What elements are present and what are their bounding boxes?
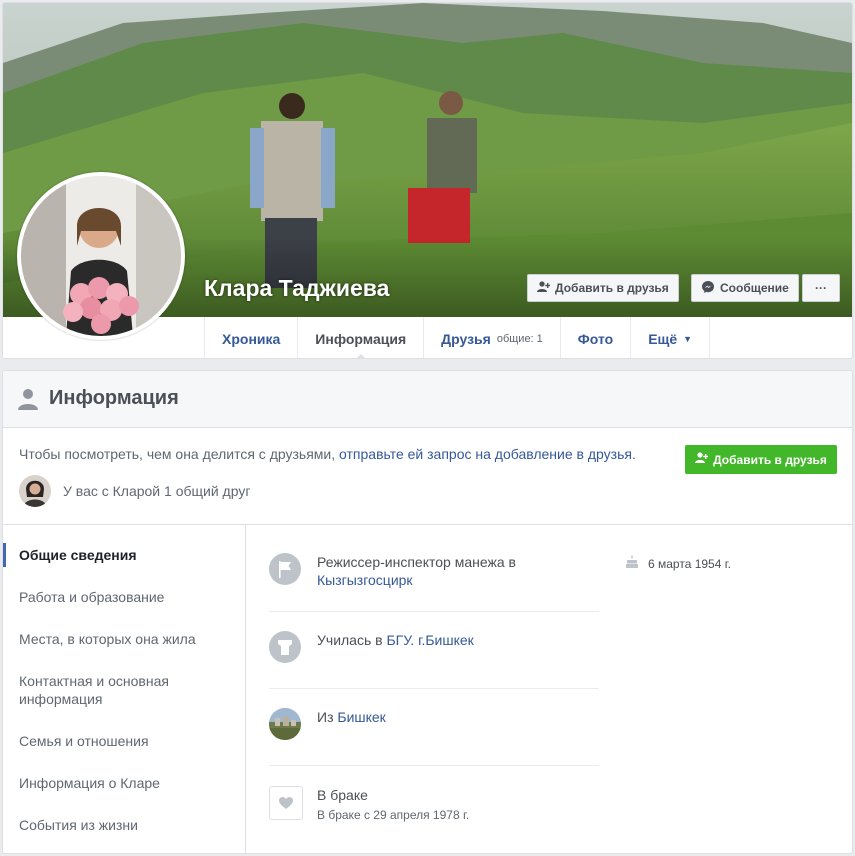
about-section: Информация Чтобы посмотреть, чем она дел…	[2, 370, 853, 854]
relationship-status: В браке	[317, 787, 368, 803]
sidebar-item-label: Работа и образование	[19, 589, 165, 605]
mutual-friends-text: У вас с Кларой 1 общий друг	[63, 483, 251, 499]
more-options-button[interactable]: ···	[802, 274, 840, 302]
tab-label: Фото	[577, 330, 614, 347]
birthday-item: 6 марта 1954 г.	[625, 555, 731, 572]
work-label: Режиссер-инспектор манежа в	[317, 554, 516, 570]
tab-timeline[interactable]: Хроника	[205, 317, 299, 358]
relationship-text: В браке В браке с 29 апреля 1978 г.	[317, 786, 599, 824]
hometown-label: Из	[317, 709, 334, 725]
add-friend-icon	[537, 280, 551, 296]
divider	[269, 611, 599, 612]
tab-friends[interactable]: Друзья общие: 1	[424, 317, 561, 358]
mutual-friend-avatar[interactable]	[19, 475, 51, 507]
mutual-friends-count: общие: 1	[496, 332, 543, 345]
messenger-icon	[701, 280, 715, 297]
education-label: Училась в	[317, 632, 383, 648]
add-friend-icon	[695, 452, 709, 467]
relationship-date: В браке с 29 апреля 1978 г.	[317, 808, 470, 822]
sidebar-item-life-events[interactable]: События из жизни	[3, 816, 245, 834]
divider	[3, 524, 852, 525]
tab-label: Ещё	[648, 330, 678, 347]
add-friend-button[interactable]: Добавить в друзья	[527, 274, 679, 302]
divider	[269, 688, 599, 689]
workplace-link[interactable]: Кызгызгосцирк	[317, 572, 413, 588]
sidebar-item-work-education[interactable]: Работа и образование	[3, 588, 245, 606]
profile-tabs: Хроника Информация Друзья общие: 1 Фото Е…	[204, 317, 711, 358]
hometown-link[interactable]: Бишкек	[337, 709, 385, 725]
sidebar-item-label: События из жизни	[19, 817, 138, 833]
friend-request-notice: Чтобы посмотреть, чем она делится с друз…	[19, 446, 636, 462]
school-link[interactable]: БГУ. г.Бишкек	[386, 632, 473, 648]
sidebar-item-label: Места, в которых она жила	[19, 631, 196, 647]
tab-label: Друзья	[441, 330, 491, 347]
person-icon	[17, 388, 39, 415]
briefcase-flag-icon	[269, 553, 301, 585]
sidebar-item-label: Общие сведения	[19, 547, 137, 563]
mutual-friends-row[interactable]: У вас с Кларой 1 общий друг	[19, 475, 250, 507]
sidebar-item-family[interactable]: Семья и отношения	[3, 732, 245, 750]
profile-name[interactable]: Клара Таджиева	[204, 275, 389, 302]
sidebar-item-details[interactable]: Информация о Кларе	[3, 774, 245, 792]
sidebar-item-places[interactable]: Места, в которых она жила	[3, 630, 245, 648]
avatar	[21, 176, 181, 336]
add-friend-label: Добавить в друзья	[555, 281, 669, 295]
notice-end: .	[631, 446, 636, 462]
tab-more[interactable]: Ещё ▼	[631, 317, 711, 358]
message-label: Сообщение	[720, 281, 789, 295]
notice-text: Чтобы посмотреть, чем она делится с друз…	[19, 446, 336, 462]
sidebar-item-contact-info[interactable]: Контактная и основная информация	[3, 672, 205, 708]
sidebar-item-label: Информация о Кларе	[19, 775, 160, 791]
add-friend-green-button[interactable]: Добавить в друзья	[685, 445, 837, 474]
tab-about[interactable]: Информация	[298, 317, 425, 358]
sidebar-item-label: Контактная и основная информация	[19, 673, 169, 707]
chevron-down-icon: ▼	[683, 333, 693, 344]
heart-icon	[269, 786, 303, 820]
divider	[245, 524, 246, 853]
city-thumbnail-icon[interactable]	[269, 708, 301, 740]
sidebar-item-overview[interactable]: Общие сведения	[3, 543, 245, 567]
birthday-text: 6 марта 1954 г.	[648, 556, 731, 571]
message-button[interactable]: Сообщение	[691, 274, 799, 302]
more-icon: ···	[815, 281, 827, 295]
work-text: Режиссер-инспектор манежа в Кызгызгосцир…	[317, 553, 599, 589]
graduation-icon	[269, 631, 301, 663]
about-header: Информация	[3, 371, 852, 428]
send-request-link[interactable]: отправьте ей запрос на добавление в друз…	[339, 446, 632, 462]
tab-label: Хроника	[222, 330, 281, 347]
hometown-text: Из Бишкек	[317, 708, 599, 726]
tab-label: Информация	[315, 330, 407, 347]
profile-picture[interactable]	[17, 172, 185, 340]
education-text: Училась в БГУ. г.Бишкек	[317, 631, 599, 649]
sidebar-item-label: Семья и отношения	[19, 733, 149, 749]
about-title: Информация	[49, 387, 179, 409]
tab-photos[interactable]: Фото	[561, 317, 632, 358]
divider	[269, 765, 599, 766]
birthday-cake-icon	[625, 555, 639, 572]
add-friend-green-label: Добавить в друзья	[713, 452, 827, 467]
